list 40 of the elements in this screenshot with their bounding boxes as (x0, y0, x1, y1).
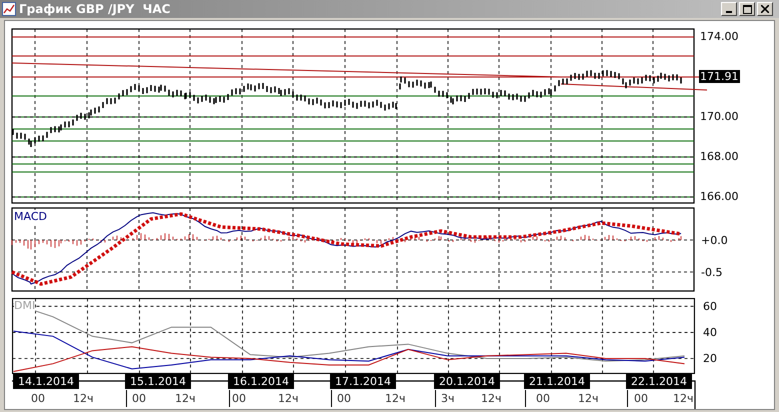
current-price-label: 171.91 (699, 70, 740, 83)
date-label: 17.1.2014 (330, 374, 396, 389)
hour-label: 00 (31, 392, 45, 405)
hour-label: 12ч (278, 392, 298, 405)
hour-label: 12ч (481, 392, 502, 405)
hour-label: 00 (232, 392, 246, 405)
hour-label: 12ч (73, 392, 94, 405)
date-label: 21.1.2014 (524, 374, 590, 389)
maximize-button[interactable] (739, 2, 755, 16)
axis-label: 166.00 (699, 190, 740, 203)
dmi-title: DMI (14, 300, 36, 312)
hour-label: 00 (132, 392, 146, 405)
close-icon (761, 5, 769, 13)
hour-label: 00 (634, 392, 648, 405)
axis-label: 174.00 (699, 30, 740, 43)
hour-label: 00 (536, 392, 550, 405)
date-label: 16.1.2014 (228, 374, 294, 389)
hour-label: 12ч (673, 392, 694, 405)
axis-label: 40 (703, 326, 717, 339)
minimize-button[interactable] (721, 2, 737, 16)
axis-label: -0.5 (701, 266, 722, 279)
hour-label: 12ч (578, 392, 598, 405)
hour-label: 12ч (385, 392, 406, 405)
axis-label: +0.0 (701, 234, 728, 247)
hour-label: 12ч (175, 392, 196, 405)
date-label: 14.1.2014 (13, 374, 79, 389)
hour-label: 00 (337, 392, 351, 405)
axis-label: 168.00 (699, 150, 740, 163)
macd-title: MACD (14, 210, 47, 223)
date-label: 22.1.2014 (626, 374, 692, 389)
axis-label: 60 (703, 300, 717, 313)
close-button[interactable] (757, 2, 773, 16)
maximize-icon (742, 4, 752, 14)
window-title: График GBP /JPY ЧАС (19, 1, 170, 18)
chart-icon (2, 2, 16, 16)
axis-label: 170.00 (699, 110, 740, 123)
axis-label: 20 (703, 352, 717, 365)
hour-label: 3ч (441, 392, 454, 405)
date-label: 15.1.2014 (125, 374, 191, 389)
date-label: 20.1.2014 (434, 374, 500, 389)
